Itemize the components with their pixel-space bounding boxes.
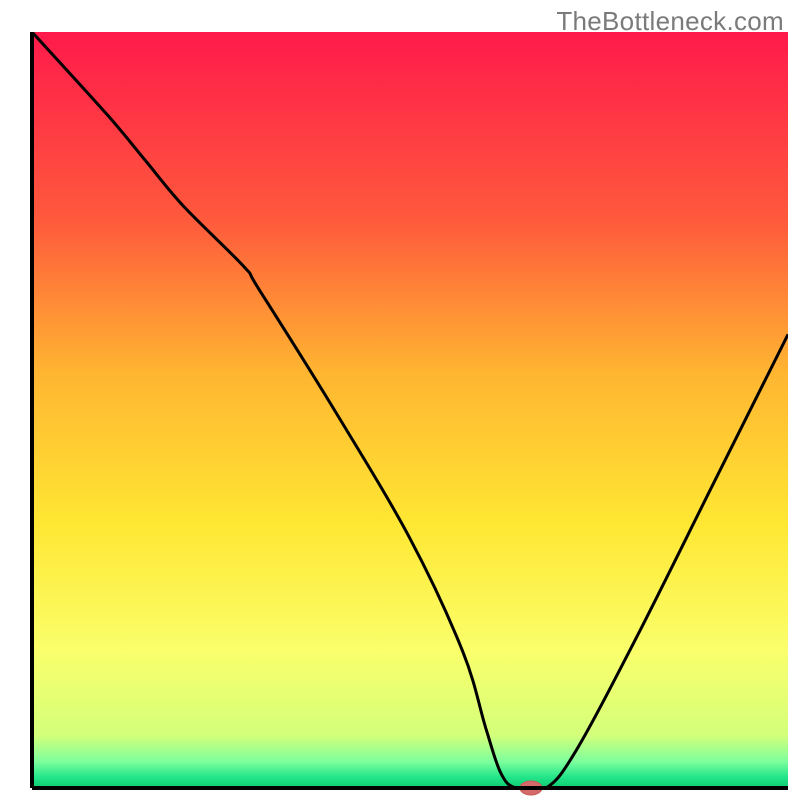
chart-background-gradient (32, 32, 788, 788)
bottleneck-chart (0, 0, 800, 800)
watermark-text: TheBottleneck.com (556, 6, 784, 37)
